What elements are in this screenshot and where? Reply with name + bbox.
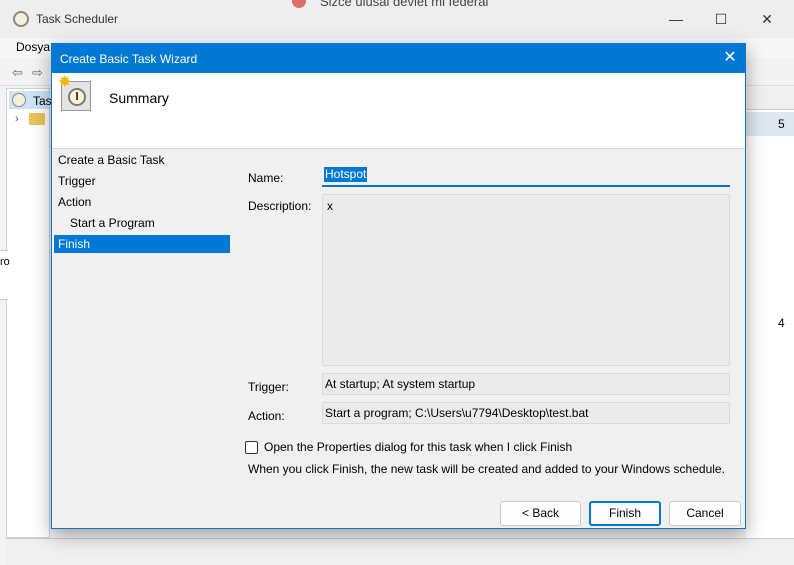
step-create-basic-task[interactable]: Create a Basic Task <box>54 151 230 169</box>
step-action[interactable]: Action <box>54 193 230 211</box>
navigation-tree: Tas › <box>6 88 52 538</box>
open-properties-label[interactable]: Open the Properties dialog for this task… <box>264 440 572 454</box>
action-value: Start a program; C:\Users\u7794\Desktop\… <box>322 402 730 424</box>
name-label: Name: <box>248 171 284 185</box>
clock-icon <box>13 11 29 27</box>
right-pane-value: 5 <box>778 117 785 131</box>
folder-icon[interactable] <box>29 113 45 125</box>
clock-icon <box>12 93 26 107</box>
name-field[interactable] <box>322 165 730 187</box>
open-properties-checkbox[interactable] <box>245 441 258 454</box>
menu-file[interactable]: Dosya <box>16 40 50 54</box>
cancel-button[interactable]: Cancel <box>669 501 741 526</box>
trigger-label: Trigger: <box>248 380 289 394</box>
create-basic-task-wizard: Create Basic Task Wizard ✕ ✸ Summary Cre… <box>51 43 746 529</box>
finish-info-text: When you click Finish, the new task will… <box>248 462 725 476</box>
right-pane-selected-row[interactable]: 5 <box>746 112 794 136</box>
page-title: Summary <box>109 90 169 106</box>
minimize-button[interactable]: — <box>666 10 686 28</box>
task-scheduler-titlebar: Task Scheduler Sizce ulusal devlet mi fe… <box>0 0 794 38</box>
description-field[interactable]: x <box>322 194 730 366</box>
wizard-title: Create Basic Task Wizard <box>60 52 198 66</box>
wizard-header: ✸ Summary <box>52 73 745 149</box>
tab-favicon-icon <box>292 0 306 8</box>
left-pane-edge: ro <box>0 250 10 300</box>
left-pane-text: ro <box>0 256 10 268</box>
wizard-titlebar: Create Basic Task Wizard ✕ <box>52 44 745 73</box>
clock-hand <box>76 92 78 100</box>
description-label: Description: <box>248 199 312 213</box>
forward-arrow-icon[interactable]: ⇨ <box>32 65 43 81</box>
maximize-button[interactable]: ☐ <box>711 10 731 28</box>
action-label: Action: <box>248 409 285 423</box>
close-icon[interactable]: ✕ <box>715 44 745 73</box>
right-pane-value: 4 <box>778 316 785 330</box>
right-pane-header <box>746 88 794 110</box>
right-pane: 5 4 <box>746 88 794 538</box>
step-trigger[interactable]: Trigger <box>54 172 230 190</box>
close-window-button[interactable]: ✕ <box>757 10 777 28</box>
chevron-right-icon[interactable]: › <box>15 113 19 125</box>
name-field-selection: Hotspot <box>324 167 368 182</box>
browser-tab-peek: Sizce ulusal devlet mi federal <box>290 0 550 10</box>
browser-tab-title: Sizce ulusal devlet mi federal <box>320 0 489 9</box>
status-strip <box>6 538 794 565</box>
back-arrow-icon[interactable]: ⇦ <box>12 65 23 81</box>
task-wizard-icon: ✸ <box>58 75 91 111</box>
trigger-value: At startup; At system startup <box>322 373 730 395</box>
task-scheduler-title: Task Scheduler <box>36 12 119 26</box>
step-start-a-program[interactable]: Start a Program <box>54 214 230 232</box>
star-icon: ✸ <box>58 74 72 91</box>
tree-item-label: Tas <box>33 94 52 108</box>
finish-button[interactable]: Finish <box>589 501 661 526</box>
tree-item-task-scheduler-local[interactable]: Tas <box>9 91 52 109</box>
back-button[interactable]: < Back <box>500 501 581 526</box>
step-finish[interactable]: Finish <box>54 235 230 253</box>
